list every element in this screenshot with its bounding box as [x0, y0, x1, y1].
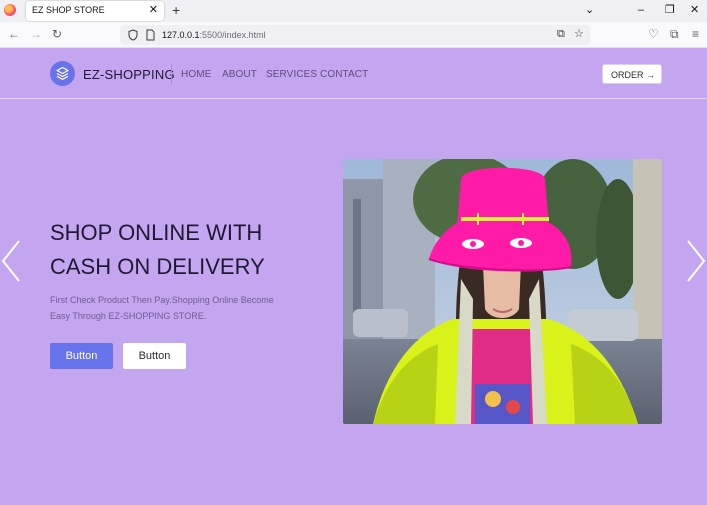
- bookmark-star-icon[interactable]: ☆: [574, 28, 584, 41]
- extensions-icon[interactable]: ⧉: [670, 27, 679, 41]
- primary-button[interactable]: Button: [50, 343, 113, 369]
- nav-contact[interactable]: CONTACT: [320, 69, 368, 80]
- url-host: 127.0.0.1: [162, 30, 200, 40]
- nav-about[interactable]: ABOUT: [222, 69, 257, 80]
- new-tab-icon[interactable]: +: [172, 2, 180, 18]
- reload-icon[interactable]: ↻: [52, 27, 62, 41]
- minimize-icon[interactable]: –: [638, 3, 644, 17]
- header-divider: [171, 64, 172, 84]
- layers-icon: [56, 66, 69, 80]
- browser-tab-bar: EZ SHOP STORE ✕ + ⌄ – ❐ ✕: [0, 0, 707, 22]
- order-button[interactable]: ORDER →: [602, 64, 662, 84]
- menu-icon[interactable]: ≡: [692, 27, 699, 41]
- hero-title-line1: SHOP ONLINE WITH: [50, 220, 263, 245]
- address-bar[interactable]: 127.0.0.1:5500/index.html ⧉ ☆: [120, 25, 590, 45]
- shield-icon[interactable]: [128, 29, 138, 41]
- secondary-button[interactable]: Button: [123, 343, 186, 369]
- hero-product-image: [343, 159, 662, 424]
- logo[interactable]: [50, 61, 75, 86]
- nav-home[interactable]: HOME: [181, 69, 211, 80]
- pocket-icon[interactable]: ♡: [648, 27, 659, 41]
- hero-title: SHOP ONLINE WITH CASH ON DELIVERY: [50, 216, 310, 284]
- close-window-icon[interactable]: ✕: [690, 3, 699, 17]
- tab-title: EZ SHOP STORE: [32, 5, 105, 15]
- hero-description: First Check Product Then Pay.Shopping On…: [50, 295, 274, 321]
- chevron-left-icon[interactable]: [0, 238, 22, 284]
- translate-icon[interactable]: ⧉: [557, 28, 565, 41]
- tab-list-chevron-icon[interactable]: ⌄: [585, 3, 594, 17]
- url-path: :5500/index.html: [199, 30, 266, 40]
- back-icon[interactable]: ←: [8, 27, 20, 41]
- brand-name[interactable]: EZ-SHOPPING: [83, 67, 175, 82]
- firefox-logo-icon: [4, 4, 16, 16]
- nav-services[interactable]: SERVICES: [266, 69, 317, 80]
- chevron-right-icon[interactable]: [685, 238, 707, 284]
- forward-icon[interactable]: →: [30, 27, 42, 41]
- tab-close-icon[interactable]: ✕: [149, 4, 158, 16]
- browser-toolbar: ← → ↻ 127.0.0.1:5500/index.html ⧉ ☆ ♡ ⧉ …: [0, 22, 707, 48]
- browser-tab[interactable]: EZ SHOP STORE ✕: [26, 1, 164, 21]
- url-text: 127.0.0.1:5500/index.html: [162, 30, 266, 40]
- page-icon: [146, 29, 155, 41]
- hero-title-line2: CASH ON DELIVERY: [50, 254, 265, 279]
- restore-icon[interactable]: ❐: [665, 3, 675, 17]
- site-header: EZ-SHOPPING HOME ABOUT SERVICES CONTACT …: [0, 48, 707, 99]
